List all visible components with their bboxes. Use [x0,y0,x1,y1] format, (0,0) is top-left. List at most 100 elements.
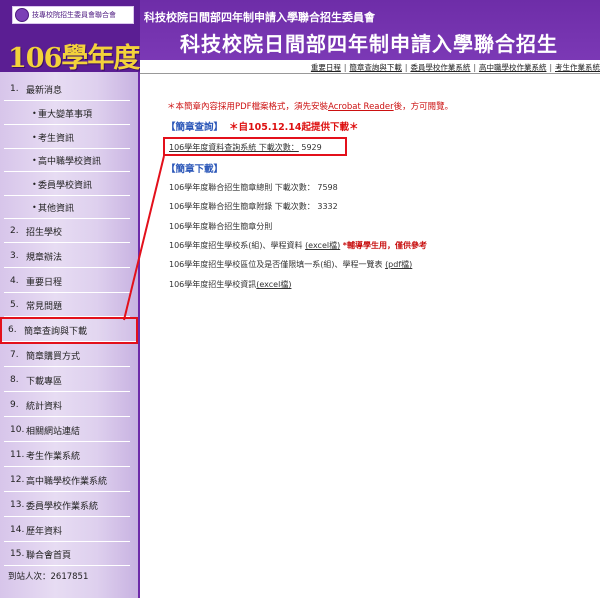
sidebar-item-faq[interactable]: 5. 常見問題 [4,294,130,317]
bullet-icon: • [32,179,37,189]
sidebar-item-label: 規章辦法 [26,252,63,263]
topnav-high-school[interactable]: 高中職學校作業系統 [479,62,547,73]
notice-text: ＊本簡章內容採用PDF檔案格式，須先安裝 [167,102,329,112]
excel-link[interactable]: (excel檔) [256,280,291,289]
sidebar-item-links[interactable]: 10. 相關網站連結 [4,419,130,442]
bullet-icon: • [32,132,37,142]
line-text: 106學年度招生學校資訊 [169,280,257,289]
item-number: 2. [10,226,19,236]
item-number: 4. [10,276,19,286]
topnav-student[interactable]: 考生作業系統 [555,62,600,73]
logo-org-text: 技專校院招生委員會聯合會 [32,11,116,19]
sidebar-item-student-info[interactable]: • 考生資訊 [4,126,130,149]
item-number: 15. [10,549,25,559]
sidebar-item-highschool-system[interactable]: 12. 高中職學校作業系統 [4,469,130,492]
acrobat-link[interactable]: Acrobat Reader [328,102,394,112]
item-number: 12. [10,475,25,485]
query-system-line[interactable]: 106學年度資料查詢系統 下載次數： 5929 [169,142,322,153]
sidebar-item-statistics[interactable]: 9. 統計資料 [4,394,130,417]
excel-link[interactable]: (excel檔) [305,241,340,250]
sidebar-item-member-info[interactable]: • 委員學校資訊 [4,173,130,196]
notice-text: 後，方可閱覽。 [393,102,454,112]
bullet-icon: • [32,202,37,212]
query-section-title: 【簡章查詢】 ＊自105.12.14起提供下載＊ [166,119,359,133]
sidebar-item-purchase[interactable]: 7. 簡章購買方式 [4,344,130,367]
sidebar-item-label: 委員學校資訊 [38,180,93,191]
sidebar-item-regulations[interactable]: 3. 規章辦法 [4,245,130,268]
sidebar-item-label: 聯合會首頁 [26,550,72,561]
download-link[interactable]: 106學年度聯合招生簡章分則 [169,222,272,231]
bullet-icon: • [32,155,37,165]
sidebar-item-label: 歷年資料 [26,526,63,537]
download-link[interactable]: 106學年度聯合招生簡章附錄 下載次數： [169,202,315,211]
topnav-brochure[interactable]: 簡章查詢與下載 [349,62,402,73]
item-number: 13. [10,500,25,510]
section-heading: 【簡章下載】 [166,164,224,175]
sidebar-item-news[interactable]: 1. 最新消息 [4,78,130,101]
item-number: 1. [10,84,19,94]
visitor-label: 到站人次： [8,572,51,582]
query-system-link[interactable]: 106學年度資料查詢系統 下載次數： [169,143,299,152]
download-count: 7598 [317,183,338,192]
sidebar-item-brochure-download[interactable]: 6. 簡章查詢與下載 [0,317,138,344]
sidebar-item-label: 考生資訊 [38,133,75,144]
sidebar-item-label: 重大變革事項 [38,109,93,120]
pdf-link[interactable]: (pdf檔) [385,260,412,269]
nav-separator: | [343,62,347,72]
note-text: *輔導學生用，僅供參考 [342,241,427,250]
sidebar-item-highschool-info[interactable]: • 高中職學校資訊 [4,149,130,172]
page-title: 科技校院日間部四年制申請入學聯合招生 [180,32,558,56]
download-count: 5929 [301,143,322,152]
item-number: 5. [10,300,19,310]
download-item-details[interactable]: 106學年度聯合招生簡章分則 [169,221,272,232]
download-link[interactable]: 106學年度聯合招生簡章總則 下載次數： [169,183,315,192]
sidebar-item-label: 高中職學校資訊 [38,156,102,167]
download-item-general[interactable]: 106學年度聯合招生簡章總則 下載次數： 7598 [169,182,338,193]
logo-banner[interactable]: 技專校院招生委員會聯合會 [12,6,134,24]
sidebar-item-other-info[interactable]: • 其他資訊 [4,196,130,219]
nav-separator: | [404,62,408,72]
nav-separator: | [549,62,552,72]
sidebar-item-home[interactable]: 15. 聯合會首頁 [4,543,130,566]
sidebar-item-downloads[interactable]: 8. 下載專區 [4,369,130,392]
sidebar-item-history[interactable]: 14. 歷年資料 [4,519,130,542]
sidebar-item-student-system[interactable]: 11. 考生作業系統 [4,444,130,467]
item-number: 7. [10,350,19,360]
sidebar-item-label: 相關網站連結 [26,426,81,437]
sidebar-item-schools[interactable]: 2. 招生學校 [4,220,130,243]
topnav-schedule[interactable]: 重要日程 [311,62,341,73]
sidebar-item-label: 重要日程 [26,277,63,288]
sidebar-item-label: 統計資料 [26,401,63,412]
visitor-counter: 到站人次：2617851 [8,570,88,582]
download-item-appendix[interactable]: 106學年度聯合招生簡章附錄 下載次數： 3332 [169,201,338,212]
nav-separator: | [473,62,476,72]
logo-area: 技專校院招生委員會聯合會 106學年度 [0,0,140,74]
year-title: 106學年度 [8,43,140,74]
visitor-count: 2617851 [50,572,89,582]
section-heading: 【簡章查詢】 [166,122,224,133]
sidebar-item-label: 考生作業系統 [26,451,81,462]
download-item-school-info: 106學年度招生學校資訊(excel檔) [169,279,291,290]
item-number: 10. [10,425,25,435]
bullet-icon: • [32,108,37,118]
download-item-excel: 106學年度招生學校系(組)、學程資料 (excel檔) *輔導學生用，僅供參考 [169,240,427,251]
download-count: 3332 [317,202,338,211]
download-section-title: 【簡章下載】 [166,161,223,175]
sidebar-item-label: 高中職學校作業系統 [26,476,108,487]
item-number: 14. [10,525,25,535]
sidebar-item-label: 常見問題 [26,301,63,312]
sidebar-item-label: 最新消息 [26,85,63,96]
item-number: 6. [8,325,17,335]
sidebar-item-label: 簡章查詢與下載 [24,326,88,337]
top-nav: 重要日程 | 簡章查詢與下載 | 委員學校作業系統 | 高中職學校作業系統 | … [270,61,600,73]
sidebar-item-label: 其他資訊 [38,203,75,214]
pdf-notice: ＊本簡章內容採用PDF檔案格式，須先安裝Acrobat Reader後，方可閱覽… [167,100,453,112]
sidebar-item-member-system[interactable]: 13. 委員學校作業系統 [4,494,130,517]
line-text: 106學年度招生學校區位及是否僅限填一系(組)、學程一覽表 [169,260,383,269]
sidebar-item-label: 簡章購買方式 [26,351,81,362]
topnav-member-school[interactable]: 委員學校作業系統 [410,62,470,73]
sidebar-item-schedule[interactable]: 4. 重要日程 [4,270,130,293]
sidebar-item-major-changes[interactable]: • 重大變革事項 [4,102,130,125]
seal-icon [15,8,29,22]
sidebar-item-label: 委員學校作業系統 [26,501,99,512]
